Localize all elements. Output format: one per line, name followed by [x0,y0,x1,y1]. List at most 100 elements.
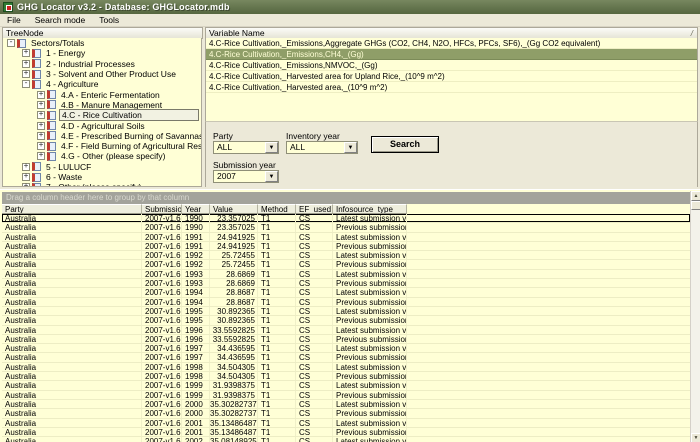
menu-item-tools[interactable]: Tools [92,14,126,27]
table-row[interactable]: Australia2007-v1.6199328.6869T1CSLatest … [2,270,690,279]
tree-node[interactable]: +4.G - Other (please specify) [3,151,201,161]
tree-node[interactable]: +3 - Solvent and Other Product Use [3,69,201,79]
expand-toggle-icon[interactable]: + [22,49,30,57]
tree-node-icon [17,39,26,48]
variable-row[interactable]: 4.C-Rice Cultivation,_Emissions,Aggregat… [206,38,697,49]
table-row[interactable]: Australia2007-v1.6199734.436595T1CSPrevi… [2,353,690,362]
table-row[interactable]: Australia2007-v1.6199633.5592825T1CSLate… [2,326,690,335]
table-row[interactable]: Australia2007-v1.6199428.8687T1CSPreviou… [2,298,690,307]
scroll-up-icon[interactable]: ▲ [691,191,700,201]
expand-toggle-icon[interactable]: + [37,142,45,150]
grid-cell: Australia [2,326,142,334]
table-row[interactable]: Australia2007-v1.6200135.134864875T1CSPr… [2,428,690,437]
column-header-infosource_type[interactable]: Infosource_type [333,204,407,214]
table-row[interactable]: Australia2007-v1.6199931.9398375T1CSPrev… [2,391,690,400]
table-row[interactable]: Australia2007-v1.6199834.504305T1CSPrevi… [2,372,690,381]
tree-node[interactable]: +4.A - Enteric Fermentation [3,89,201,99]
tree-node[interactable]: +4.E - Prescribed Burning of Savannas [3,131,201,141]
variable-row[interactable]: 4.C-Rice Cultivation,_Emissions,CH4,_(Gg… [206,49,697,60]
grid-cell: 2007-v1.6 [142,353,182,361]
column-header-year[interactable]: Year [182,204,210,214]
table-row[interactable]: Australia2007-v1.6199530.892365T1CSPrevi… [2,316,690,325]
grid-cell: CS [296,326,333,334]
vertical-scrollbar[interactable]: ▲ ▼ [690,191,700,442]
column-header-submission[interactable]: Submission [142,204,182,214]
grid-cell: Australia [2,288,142,296]
table-row[interactable]: Australia2007-v1.6199328.6869T1CSPreviou… [2,279,690,288]
tree-node[interactable]: +4.C - Rice Cultivation [3,110,201,120]
table-row[interactable]: Australia2007-v1.6199633.5592825T1CSPrev… [2,335,690,344]
scroll-down-icon[interactable]: ▼ [691,433,700,442]
table-row[interactable]: Australia2007-v1.6199428.8687T1CSLatest … [2,288,690,297]
table-row[interactable]: Australia2007-v1.6199834.504305T1CSLates… [2,363,690,372]
table-row[interactable]: Australia2007-v1.6199124.941925T1CSPrevi… [2,242,690,251]
grid-cell: 28.8687 [210,298,258,306]
tree-node[interactable]: +6 - Waste [3,172,201,182]
chevron-down-icon[interactable]: ▼ [265,142,278,153]
variable-row[interactable]: 4.C-Rice Cultivation,_Harvested area,_(1… [206,82,697,93]
table-row[interactable]: Australia2007-v1.6200235.08148925T1CSLat… [2,437,690,442]
tree-node[interactable]: -Sectors/Totals [3,38,201,48]
grid-cell: CS [296,307,333,315]
expand-toggle-icon[interactable]: + [22,70,30,78]
table-row[interactable]: Australia2007-v1.6200035.302827375T1CSLa… [2,400,690,409]
expand-toggle-icon[interactable]: + [37,111,45,119]
chevron-down-icon[interactable]: ▼ [265,171,278,182]
tree-node[interactable]: +1 - Energy [3,48,201,58]
expand-toggle-icon[interactable]: - [22,80,30,88]
tree-node[interactable]: +2 - Industrial Processes [3,59,201,69]
grid-cell: CS [296,335,333,343]
grid-cell: Australia [2,251,142,259]
expand-toggle-icon[interactable]: + [22,163,30,171]
expand-toggle-icon[interactable]: + [22,173,30,181]
grid-cell: Previous submission value [333,223,407,231]
inventory-year-select[interactable]: ALL ▼ [286,141,358,154]
table-row[interactable]: Australia2007-v1.6199734.436595T1CSLates… [2,344,690,353]
expand-toggle-icon[interactable]: + [37,91,45,99]
tree-node[interactable]: +7 - Other (please specify) [3,182,201,187]
scrollbar-thumb[interactable] [691,201,700,210]
column-header-party[interactable]: Party [2,204,142,214]
table-row[interactable]: Australia2007-v1.6199023.357025T1CSPrevi… [2,223,690,232]
grid-cell: T1 [258,242,296,250]
grid-cell: CS [296,279,333,287]
menu-item-file[interactable]: File [0,14,28,27]
column-header-value[interactable]: Value [210,204,258,214]
table-row[interactable]: Australia2007-v1.6199225.72455T1CSPrevio… [2,260,690,269]
table-row[interactable]: Australia2007-v1.6199023.357025T1CSLates… [2,214,690,223]
grid-cell: 23.357025 [210,214,258,222]
group-by-bar[interactable]: Drag a column header here to group by th… [2,192,690,204]
chevron-down-icon[interactable]: ▼ [344,142,357,153]
table-row[interactable]: Australia2007-v1.6199530.892365T1CSLates… [2,307,690,316]
expand-toggle-icon[interactable]: + [37,101,45,109]
expand-toggle-icon[interactable]: + [22,60,30,68]
grid-cell: 28.6869 [210,279,258,287]
variable-row[interactable]: 4.C-Rice Cultivation,_Emissions,NMVOC,_(… [206,60,697,71]
table-row[interactable]: Australia2007-v1.6200135.134864875T1CSLa… [2,419,690,428]
table-row[interactable]: Australia2007-v1.6199931.9398375T1CSLate… [2,381,690,390]
column-header-method[interactable]: Method [258,204,296,214]
tree-node[interactable]: +5 - LULUCF [3,162,201,172]
tree-node[interactable]: +4.D - Agricultural Soils [3,120,201,130]
expand-toggle-icon[interactable]: + [22,183,30,187]
expand-toggle-icon[interactable]: + [37,132,45,140]
table-row[interactable]: Australia2007-v1.6199124.941925T1CSLates… [2,233,690,242]
filter-panel: Party ALL ▼ Inventory year ALL ▼ Submiss… [205,122,698,187]
menu-item-search-mode[interactable]: Search mode [28,14,93,27]
grid-cell: 2001 [182,428,210,436]
submission-year-select[interactable]: 2007 ▼ [213,170,279,183]
variable-row[interactable]: 4.C-Rice Cultivation,_Harvested area for… [206,71,697,82]
grid-cell: 30.892365 [210,316,258,324]
search-button[interactable]: Search [371,136,439,153]
expand-toggle-icon[interactable]: + [37,152,45,160]
column-header-ef_used[interactable]: EF_used [296,204,333,214]
table-row[interactable]: Australia2007-v1.6200035.302827375T1CSPr… [2,409,690,418]
grid-cell: 1996 [182,326,210,334]
expand-toggle-icon[interactable]: + [37,122,45,130]
tree-node[interactable]: -4 - Agriculture [3,79,201,89]
grid-cell: Latest submission value [333,233,407,241]
table-row[interactable]: Australia2007-v1.6199225.72455T1CSLatest… [2,251,690,260]
tree-node[interactable]: +4.F - Field Burning of Agricultural Res… [3,141,201,151]
party-select[interactable]: ALL ▼ [213,141,279,154]
expand-toggle-icon[interactable]: - [7,39,15,47]
